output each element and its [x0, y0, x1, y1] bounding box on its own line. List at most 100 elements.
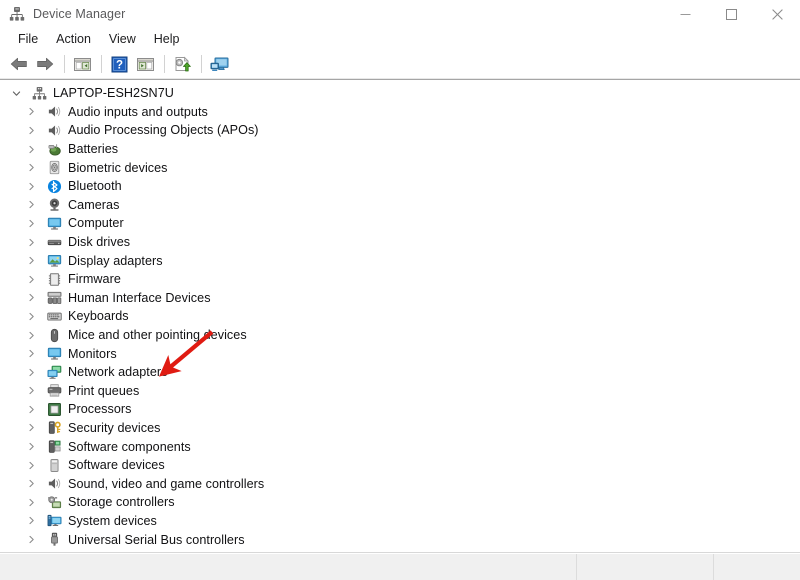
- system-device-icon: [46, 513, 62, 529]
- menu-action[interactable]: Action: [47, 30, 100, 48]
- tree-item-storage-controllers[interactable]: Storage controllers: [0, 493, 800, 512]
- tree-item-system-devices[interactable]: System devices: [0, 512, 800, 531]
- tree-item-monitors[interactable]: Monitors: [0, 344, 800, 363]
- bluetooth-icon: [46, 178, 62, 194]
- tree-item-software-devices[interactable]: Software devices: [0, 456, 800, 475]
- tree-item-label: Bluetooth: [68, 179, 122, 194]
- monitor-icon: [46, 346, 62, 362]
- chevron-right-icon[interactable]: [25, 291, 38, 304]
- device-manager-window: Device Manager File Action View Help ? L…: [0, 0, 800, 580]
- menu-view[interactable]: View: [100, 30, 145, 48]
- status-segment-right: [713, 554, 800, 580]
- tree-item-audio-processing-objects[interactable]: Audio Processing Objects (APOs): [0, 121, 800, 140]
- speaker-icon: [46, 104, 62, 120]
- toolbar-separator-2: [101, 55, 102, 73]
- chevron-right-icon[interactable]: [25, 421, 38, 434]
- tree-item-audio-inputs-and-outputs[interactable]: Audio inputs and outputs: [0, 103, 800, 122]
- chevron-right-icon[interactable]: [25, 310, 38, 323]
- help-question-icon: ?: [111, 56, 127, 72]
- chevron-right-icon[interactable]: [25, 254, 38, 267]
- chevron-right-icon[interactable]: [25, 180, 38, 193]
- tree-item-label: Software devices: [68, 458, 165, 473]
- chevron-right-icon[interactable]: [25, 366, 38, 379]
- security-key-icon: [46, 420, 62, 436]
- chevron-right-icon[interactable]: [25, 217, 38, 230]
- tree-item-label: Batteries: [68, 142, 119, 157]
- chevron-right-icon[interactable]: [25, 124, 38, 137]
- battery-icon: [46, 141, 62, 157]
- chevron-right-icon[interactable]: [25, 273, 38, 286]
- tree-item-label: Audio inputs and outputs: [68, 104, 208, 119]
- tree-item-keyboards[interactable]: Keyboards: [0, 307, 800, 326]
- device-manager-icon: [9, 7, 25, 21]
- chevron-right-icon[interactable]: [25, 143, 38, 156]
- tree-item-label: Human Interface Devices: [68, 290, 211, 305]
- chevron-right-icon[interactable]: [25, 236, 38, 249]
- tree-item-universal-serial-bus-controllers[interactable]: Universal Serial Bus controllers: [0, 530, 800, 549]
- tree-item-security-devices[interactable]: Security devices: [0, 419, 800, 438]
- tree-item-label: System devices: [68, 513, 157, 528]
- close-button[interactable]: [754, 0, 800, 28]
- tree-item-label: Audio Processing Objects (APOs): [68, 123, 259, 138]
- tree-item-computer[interactable]: Computer: [0, 214, 800, 233]
- device-tree[interactable]: LAPTOP-ESH2SN7U Audio inputs and outputs: [0, 79, 800, 553]
- chevron-right-icon[interactable]: [25, 384, 38, 397]
- chevron-right-icon[interactable]: [25, 440, 38, 453]
- tree-item-firmware[interactable]: Firmware: [0, 270, 800, 289]
- tree-item-label: Processors: [68, 402, 132, 417]
- menu-help[interactable]: Help: [145, 30, 189, 48]
- minimize-button[interactable]: [662, 0, 708, 28]
- tree-item-processors[interactable]: Processors: [0, 400, 800, 419]
- menu-file[interactable]: File: [9, 30, 47, 48]
- tree-item-label: Keyboards: [68, 309, 129, 324]
- properties-button[interactable]: [133, 52, 157, 76]
- show-hide-tree-button[interactable]: [70, 52, 94, 76]
- chevron-right-icon[interactable]: [25, 533, 38, 546]
- tree-item-mice-and-other-pointing-devices[interactable]: Mice and other pointing devices: [0, 326, 800, 345]
- tree-item-label: Universal Serial Bus controllers: [68, 532, 245, 547]
- scan-hardware-button[interactable]: [207, 52, 231, 76]
- svg-text:?: ?: [115, 59, 122, 71]
- tree-item-label: Sound, video and game controllers: [68, 476, 265, 491]
- chevron-right-icon[interactable]: [25, 459, 38, 472]
- chevron-right-icon[interactable]: [25, 329, 38, 342]
- chevron-right-icon[interactable]: [25, 198, 38, 211]
- hid-icon: [46, 290, 62, 306]
- window-title: Device Manager: [33, 7, 126, 21]
- maximize-icon: [725, 8, 737, 20]
- chevron-right-icon[interactable]: [25, 161, 38, 174]
- help-button[interactable]: ?: [107, 52, 131, 76]
- toolbar-separator-1: [64, 55, 65, 73]
- speaker-icon: [46, 122, 62, 138]
- tree-item-disk-drives[interactable]: Disk drives: [0, 233, 800, 252]
- back-button[interactable]: [7, 52, 31, 76]
- network-adapter-icon: [46, 364, 62, 380]
- tree-item-label: Display adapters: [68, 253, 163, 268]
- tree-item-network-adapters[interactable]: Network adapters: [0, 363, 800, 382]
- tree-item-print-queues[interactable]: Print queues: [0, 382, 800, 401]
- toolbar: ?: [0, 50, 800, 79]
- toolbar-separator-3: [164, 55, 165, 73]
- update-driver-button[interactable]: [170, 52, 194, 76]
- tree-item-cameras[interactable]: Cameras: [0, 196, 800, 215]
- chevron-right-icon[interactable]: [25, 496, 38, 509]
- tree-item-human-interface-devices[interactable]: Human Interface Devices: [0, 289, 800, 308]
- chevron-right-icon[interactable]: [25, 514, 38, 527]
- tree-item-biometric-devices[interactable]: Biometric devices: [0, 158, 800, 177]
- tree-item-sound-video-and-game-controllers[interactable]: Sound, video and game controllers: [0, 474, 800, 493]
- tree-item-display-adapters[interactable]: Display adapters: [0, 251, 800, 270]
- monitor-icon: [46, 215, 62, 231]
- tree-root-row[interactable]: LAPTOP-ESH2SN7U: [0, 84, 800, 103]
- chevron-right-icon[interactable]: [25, 403, 38, 416]
- tree-item-label: Firmware: [68, 272, 121, 287]
- tree-item-batteries[interactable]: Batteries: [0, 140, 800, 159]
- chevron-right-icon[interactable]: [25, 347, 38, 360]
- maximize-button[interactable]: [708, 0, 754, 28]
- tree-item-bluetooth[interactable]: Bluetooth: [0, 177, 800, 196]
- chevron-right-icon[interactable]: [25, 105, 38, 118]
- forward-button[interactable]: [33, 52, 57, 76]
- chevron-right-icon[interactable]: [25, 477, 38, 490]
- chevron-down-icon[interactable]: [10, 87, 23, 100]
- tree-item-software-components[interactable]: Software components: [0, 437, 800, 456]
- usb-icon: [46, 532, 62, 548]
